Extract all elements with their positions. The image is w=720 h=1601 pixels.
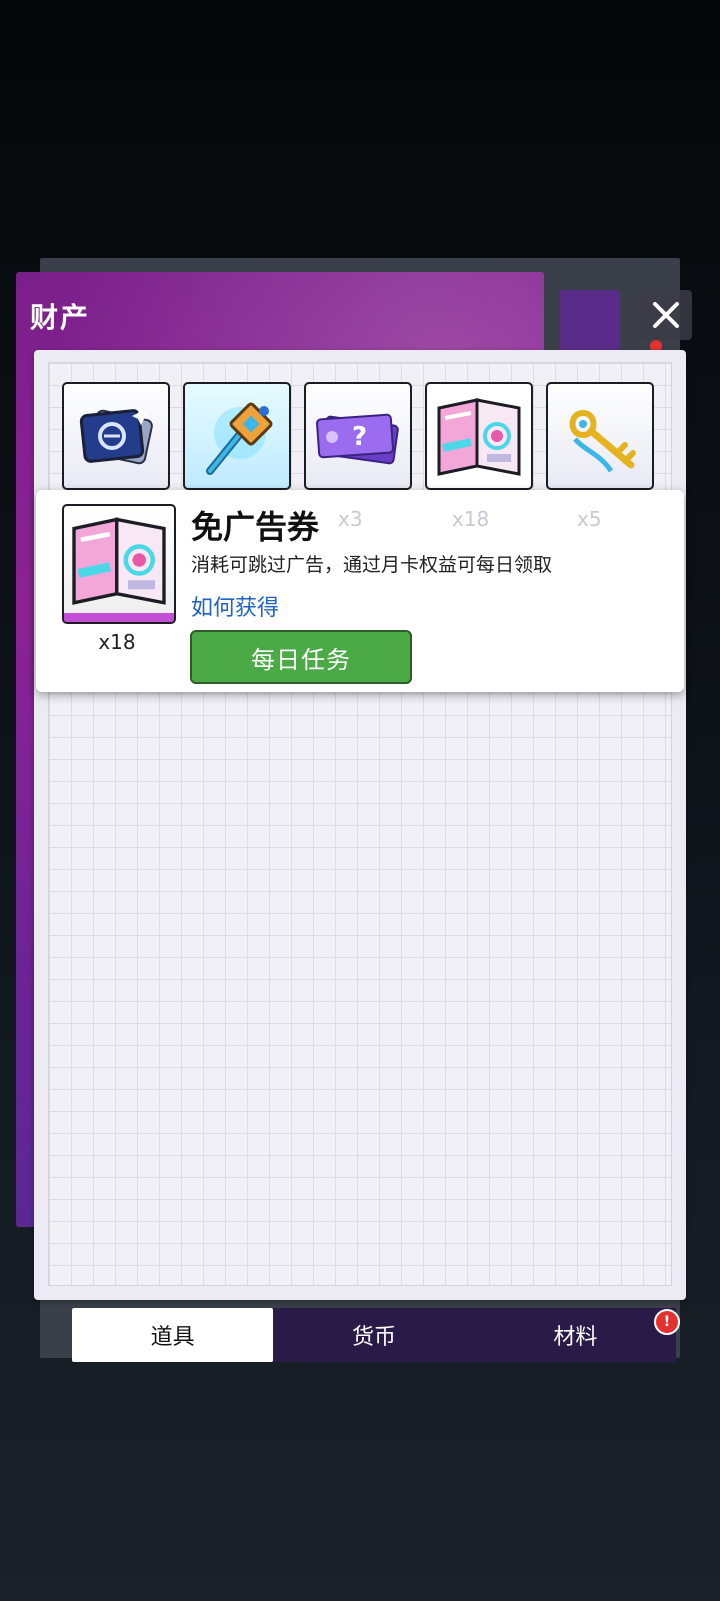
detail-item-title: 免广告券 — [191, 508, 320, 546]
item-rarity-bar — [64, 613, 174, 622]
item-count: x5 — [577, 507, 602, 531]
ad-skip-ticket-icon — [437, 398, 521, 476]
mystery-ticket-icon: ? — [316, 413, 399, 465]
item-slot-golden-key[interactable] — [546, 382, 654, 506]
tab-materials[interactable]: 材料 — [475, 1308, 676, 1362]
close-button[interactable] — [640, 290, 692, 340]
item-row: ? — [62, 382, 654, 506]
item-slot-blue-card[interactable] — [62, 382, 170, 506]
how-to-get-link[interactable]: 如何获得 — [191, 590, 279, 622]
detail-item-icon-frame — [62, 504, 176, 624]
blue-card-icon — [79, 407, 153, 465]
golden-key-icon — [569, 409, 636, 473]
item-count: x18 — [452, 507, 490, 531]
ad-skip-ticket-icon — [72, 517, 166, 605]
category-tab-bar: 道具 货币 材料 — [72, 1308, 676, 1362]
item-slot-key-staff[interactable] — [183, 382, 291, 506]
close-icon — [653, 302, 679, 328]
detail-item-description: 消耗可跳过广告，通过月卡权益可每日领取 — [191, 554, 553, 576]
svg-text:?: ? — [352, 422, 367, 452]
alert-badge: ! — [654, 1309, 680, 1335]
daily-task-button[interactable]: 每日任务 — [190, 630, 412, 684]
page-title: 财产 — [30, 301, 91, 334]
tab-currency[interactable]: 货币 — [273, 1308, 474, 1362]
tab-items[interactable]: 道具 — [72, 1308, 274, 1362]
item-count: x3 — [338, 507, 363, 531]
key-staff-icon — [206, 402, 273, 475]
item-slot-mystery-ticket[interactable]: ? — [304, 382, 412, 506]
detail-item-count: x18 — [98, 630, 136, 654]
item-slot-ad-skip-ticket[interactable] — [425, 382, 533, 506]
